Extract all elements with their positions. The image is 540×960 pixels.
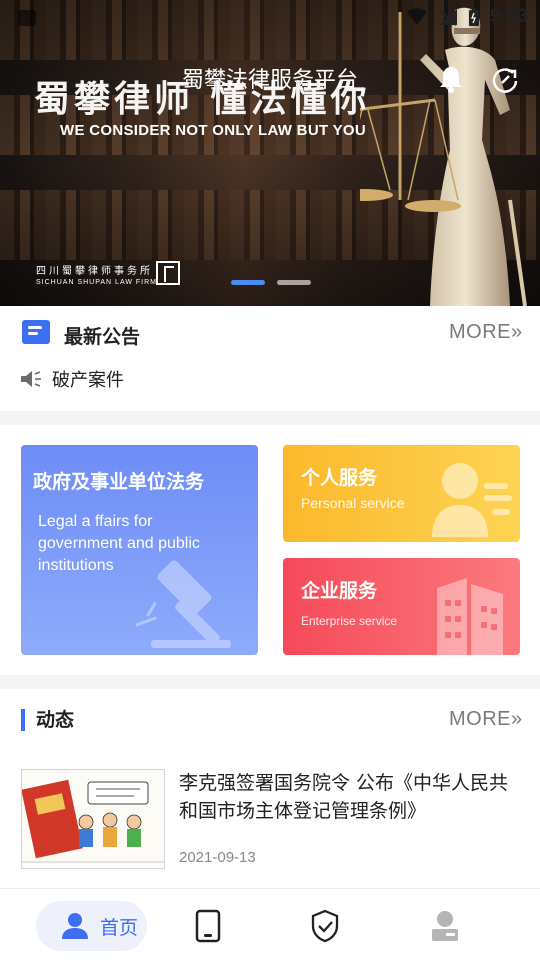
announcement-title: 最新公告 [64,326,141,348]
carousel-dot-2[interactable] [277,280,311,285]
hero-banner[interactable]: 9:03 蜀攀律师 懂法懂你 蜀攀法律服务平台 WE CONSIDER NOT … [0,0,540,306]
government-service-title: 政府及事业单位法务 [33,471,205,493]
news-headline[interactable]: 李克强签署国务院令 公布《中华人民共和国市场主体登记管理条例》 [179,769,519,825]
firm-logo-icon [156,261,180,285]
bottom-tab-bar: 首页 [0,888,540,960]
banner-subline: WE CONSIDER NOT ONLY LAW BUT YOU [60,122,367,139]
refresh-icon[interactable] [491,66,519,94]
battery-icon [468,8,479,26]
enterprise-service-subtitle: Enterprise service [301,614,398,628]
firm-name-cn: 四川蜀攀律师事务所 [36,266,153,277]
news-title: 动态 [36,709,75,731]
announcement-item[interactable]: 破产案件 [52,366,124,392]
carousel-dot-1[interactable] [231,280,265,285]
status-bar: 9:03 [0,0,540,36]
clock: 9:03 [489,6,528,27]
lady-justice-statue-image [360,7,527,306]
person-card-icon [432,463,512,537]
shield-check-icon[interactable] [310,909,340,943]
personal-service-subtitle: Personal service [301,495,405,511]
government-service-card[interactable]: 政府及事业单位法务 Legal a ffairs for government … [21,445,258,655]
announcement-more-link[interactable]: MORE» [449,321,523,344]
enterprise-service-card[interactable]: 企业服务 Enterprise service [283,558,520,655]
tab-home-label: 首页 [100,917,139,939]
notification-icon [18,10,36,26]
news-more-link[interactable]: MORE» [449,708,523,731]
firm-name: 四川蜀攀律师事务所 SICHUAN SHUPAN LAW FIRM [36,262,157,286]
services-section: 政府及事业单位法务 Legal a ffairs for government … [0,425,540,675]
news-date: 2021-09-13 [179,849,256,866]
speaker-icon [21,371,41,387]
announcement-section: 最新公告 MORE» 破产案件 [0,306,540,411]
building-icon [437,578,503,655]
firm-name-en: SICHUAN SHUPAN LAW FIRM [36,279,158,286]
announcement-icon [22,320,50,344]
gavel-icon [135,560,231,648]
news-section: 动态 MORE» 李克强签署国务院令 公布《中华人民共和国市场主体登记管理条例》… [0,689,540,888]
news-cartoon-image [22,779,164,863]
person-icon [62,913,88,939]
enterprise-service-title: 企业服务 [301,580,378,602]
bell-icon[interactable] [437,64,465,94]
personal-service-title: 个人服务 [301,467,378,489]
tab-home[interactable]: 首页 [36,901,147,951]
news-thumbnail[interactable] [21,769,165,869]
carousel-indicator [231,280,311,285]
personal-service-card[interactable]: 个人服务 Personal service [283,445,520,542]
phone-icon[interactable] [193,909,223,943]
user-card-icon[interactable] [430,909,460,943]
wifi-icon [406,8,427,25]
section-accent-bar [21,709,25,731]
signal-icon [438,9,457,26]
